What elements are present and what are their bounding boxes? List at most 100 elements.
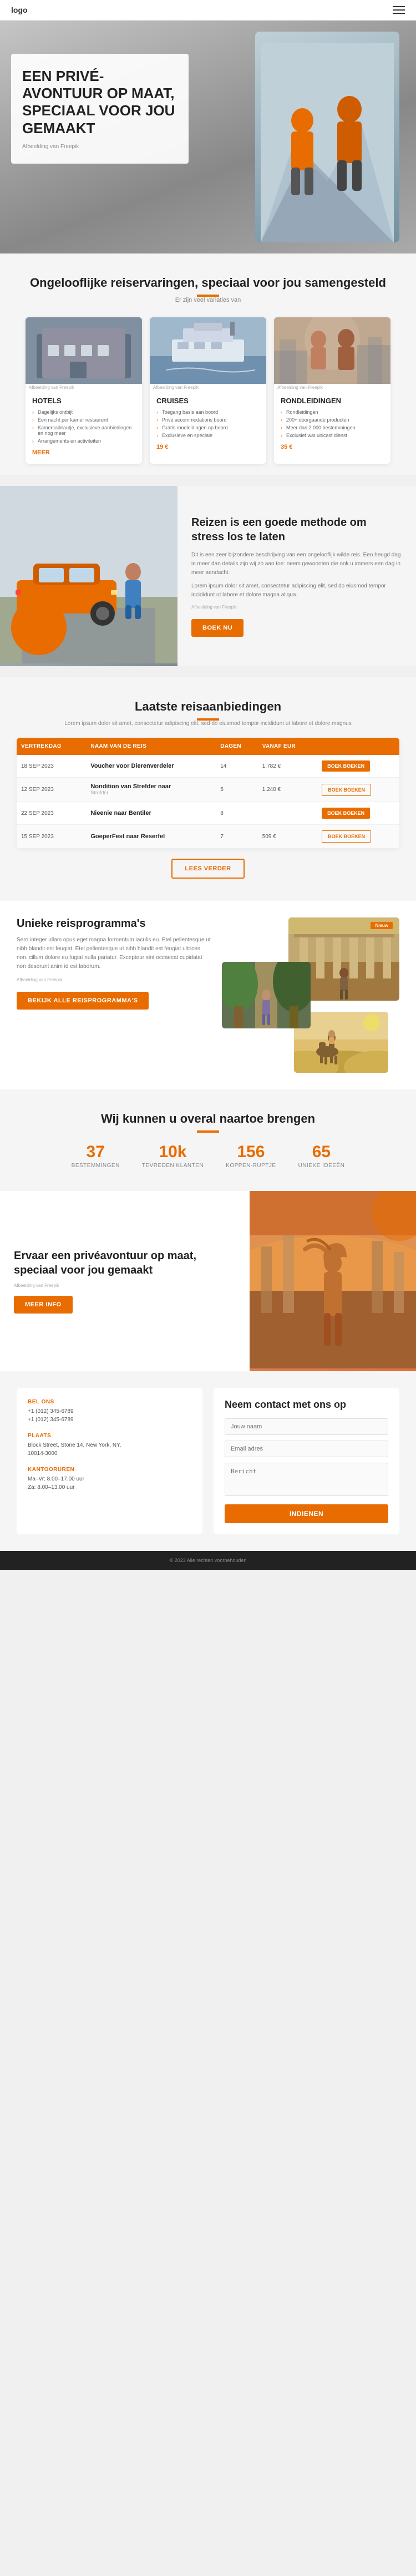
hotels-list-item-2: Een nacht per kamer restaurent <box>32 416 135 424</box>
deals-table: VERTREKDAG NAAM VAN DE REIS DAGEN VANAF … <box>17 738 399 849</box>
cruises-list-item-2: Privé accommodations boord <box>156 416 260 424</box>
deal-book-btn-4[interactable]: BOEK BOEKEN <box>322 830 371 843</box>
stat-label-koppen: KOPPEN-RUPTJE <box>226 1163 276 1169</box>
hamburger-line-2 <box>393 9 405 11</box>
travel-description-2: Lorem ipsum dolor sit amet, consectetur … <box>191 582 402 600</box>
ervaar-section: Ervaar een privéavontuur op maat, specia… <box>0 1191 416 1371</box>
ervaar-more-button[interactable]: MEER INFO <box>14 1296 73 1314</box>
hotels-card-price: MEER <box>32 449 135 456</box>
tours-list-item-1: Rondleidingen <box>281 408 384 416</box>
deal-dest-4: GoeperFest naar Reserfel <box>86 825 216 849</box>
deal-dest-1: Voucher voor Dierenverdeler <box>86 755 216 778</box>
stat-number-bestemmingen: 37 <box>72 1143 120 1162</box>
hero-people-svg <box>261 43 394 242</box>
deal-dest-main-2: Nondition van Strefder naar <box>90 783 171 790</box>
hero-img-inner <box>255 32 399 242</box>
travel-image-left <box>0 486 177 666</box>
contact-message-group <box>225 1463 388 1499</box>
deal-book-btn-1[interactable]: BOEK BOEKEN <box>322 760 370 772</box>
contact-kantoor-label: KANTOORUREN <box>28 1467 191 1473</box>
stat-klanten: 10k TEVREDEN KLANTEN <box>142 1143 204 1169</box>
tours-list-item-2: 200+ doorgaande producten <box>281 416 384 424</box>
program-img-2-svg <box>222 962 311 1028</box>
cruises-img-svg <box>150 317 266 384</box>
cruises-card-image <box>150 317 266 384</box>
load-more-container: LEES VERDER <box>17 859 399 879</box>
deal-price-4: 509 € <box>258 825 317 849</box>
hamburger-menu[interactable] <box>393 6 405 14</box>
tours-card-image <box>274 317 390 384</box>
site-header: logo <box>0 0 416 21</box>
deal-dest-2: Nondition van Strefder naar Strefder <box>86 778 216 802</box>
programs-view-all-button[interactable]: BEKIJK ALLE REISPROGRAMMA'S <box>17 992 149 1010</box>
tours-list-item-3: Meer dan 2.000 bestemmingen <box>281 424 384 432</box>
contact-message-input[interactable] <box>225 1463 388 1496</box>
contact-bel-item: BEL ONS +1 (012) 345-6789 +1 (012) 345-6… <box>28 1399 191 1424</box>
promo-section: Ongelooflijke reiservaringen, speciaal v… <box>0 253 416 475</box>
travel-title: Reizen is een goede methode om stress lo… <box>191 515 402 544</box>
promo-card-cruises: Afbeelding van Freepik CRUISES Toegang b… <box>150 317 266 464</box>
deals-title: Laatste reisaanbiedingen <box>17 699 399 714</box>
deal-dest-main-1: Voucher voor Dierenverdeler <box>90 763 174 769</box>
deal-book-btn-3[interactable]: BOEK BOEKEN <box>322 808 370 819</box>
load-more-button[interactable]: LEES VERDER <box>171 859 244 879</box>
hero-image <box>255 32 399 242</box>
contact-name-group <box>225 1418 388 1435</box>
deal-days-3: 8 <box>216 802 257 825</box>
promo-card-hotels: Afbeelding van Freepik HOTELS Dagelijks … <box>26 317 142 464</box>
tours-img-credit: Afbeelding van Freepik <box>274 384 390 391</box>
cruises-card-body: CRUISES Toegang basis aan boord Privé ac… <box>150 391 266 458</box>
deal-dest-main-4: GoeperFest naar Reserfel <box>90 833 165 840</box>
col-dagen: DAGEN <box>216 738 257 755</box>
tours-card-list: Rondleidingen 200+ doorgaande producten … <box>281 408 384 439</box>
tours-card-body: RONDLEIDINGEN Rondleidingen 200+ doorgaa… <box>274 391 390 458</box>
stat-label-ideeen: UNIEKE IDEEËN <box>298 1163 345 1169</box>
contact-email-input[interactable] <box>225 1441 388 1457</box>
travel-description-1: Dit is een zeer bijzondere beschrijving … <box>191 551 402 577</box>
promo-title: Ongelooflijke reiservaringen, speciaal v… <box>17 276 399 290</box>
deal-date-1: 18 SEP 2023 <box>17 755 86 778</box>
contact-name-input[interactable] <box>225 1418 388 1435</box>
contact-form-box: Neem contact met ons op INDIENEN <box>214 1388 399 1534</box>
col-vertrekdag: VERTREKDAG <box>17 738 86 755</box>
deal-dest-main-3: Nieenie naar Bentiler <box>90 810 151 817</box>
stats-title: Wij kunnen u overal naartoe brengen <box>17 1112 399 1126</box>
ervaar-credit: Afbeelding van Freepik <box>14 1283 236 1288</box>
programs-description: Sero integer ullam opus eget magna forme… <box>17 936 211 971</box>
contact-footer-section: BEL ONS +1 (012) 345-6789 +1 (012) 345-6… <box>0 1371 416 1551</box>
col-prijs: VANAF EUR <box>258 738 317 755</box>
contact-plaats-line-2: 10014-3000 <box>28 1449 191 1458</box>
contact-bel-line-1: +1 (012) 345-6789 <box>28 1407 191 1416</box>
cruises-list-item-3: Gratis rondleidingen op boord <box>156 424 260 432</box>
deal-date-3: 22 SEP 2023 <box>17 802 86 825</box>
promo-subtitle: Er zijn veel variaties van <box>17 297 399 303</box>
deal-action-1: BOEK BOEKEN <box>317 755 399 778</box>
hotels-list-item-1: Dagelijks ontbijt <box>32 408 135 416</box>
contact-plaats-label: PLAATS <box>28 1433 191 1439</box>
tours-card-price: 35 € <box>281 444 384 450</box>
hamburger-line-3 <box>393 13 405 14</box>
travel-content-right: Reizen is een goede methode om stress lo… <box>177 486 416 666</box>
table-row: 22 SEP 2023 Nieenie naar Bentiler 8 BOEK… <box>17 802 399 825</box>
orange-circle-decoration <box>11 600 67 655</box>
deals-subtitle: Lorem ipsum dolor sit amet, consectetur … <box>17 721 399 727</box>
cruises-card-price: 19 € <box>156 444 260 450</box>
deal-dest-sub-2: Strefder <box>90 790 108 795</box>
contact-info-box: BEL ONS +1 (012) 345-6789 +1 (012) 345-6… <box>17 1388 202 1534</box>
travel-book-button[interactable]: BOEK NU <box>191 619 243 637</box>
contact-submit-button[interactable]: INDIENEN <box>225 1504 388 1523</box>
deals-table-header-row: VERTREKDAG NAAM VAN DE REIS DAGEN VANAF … <box>17 738 399 755</box>
hero-content-box: EEN PRIVÉ-AVONTUUR OP MAAT, SPECIAAL VOO… <box>11 54 189 164</box>
contact-plaats-item: PLAATS Block Street, Stone 14, New York,… <box>28 1433 191 1458</box>
hotels-card-image <box>26 317 142 384</box>
travel-section: Reizen is een goede methode om stress lo… <box>0 486 416 666</box>
cruises-card-list: Toegang basis aan boord Privé accommodat… <box>156 408 260 439</box>
stat-number-ideeen: 65 <box>298 1143 345 1162</box>
col-action <box>317 738 399 755</box>
deal-date-4: 15 SEP 2023 <box>17 825 86 849</box>
stat-ideeen: 65 UNIEKE IDEEËN <box>298 1143 345 1169</box>
ervaar-title: Ervaar een privéavontuur op maat, specia… <box>14 1249 236 1277</box>
tours-list-item-4: Exclusief wat unicast dienst <box>281 432 384 439</box>
deal-book-btn-2[interactable]: BOEK BOEKEN <box>322 784 371 796</box>
deal-price-3 <box>258 802 317 825</box>
